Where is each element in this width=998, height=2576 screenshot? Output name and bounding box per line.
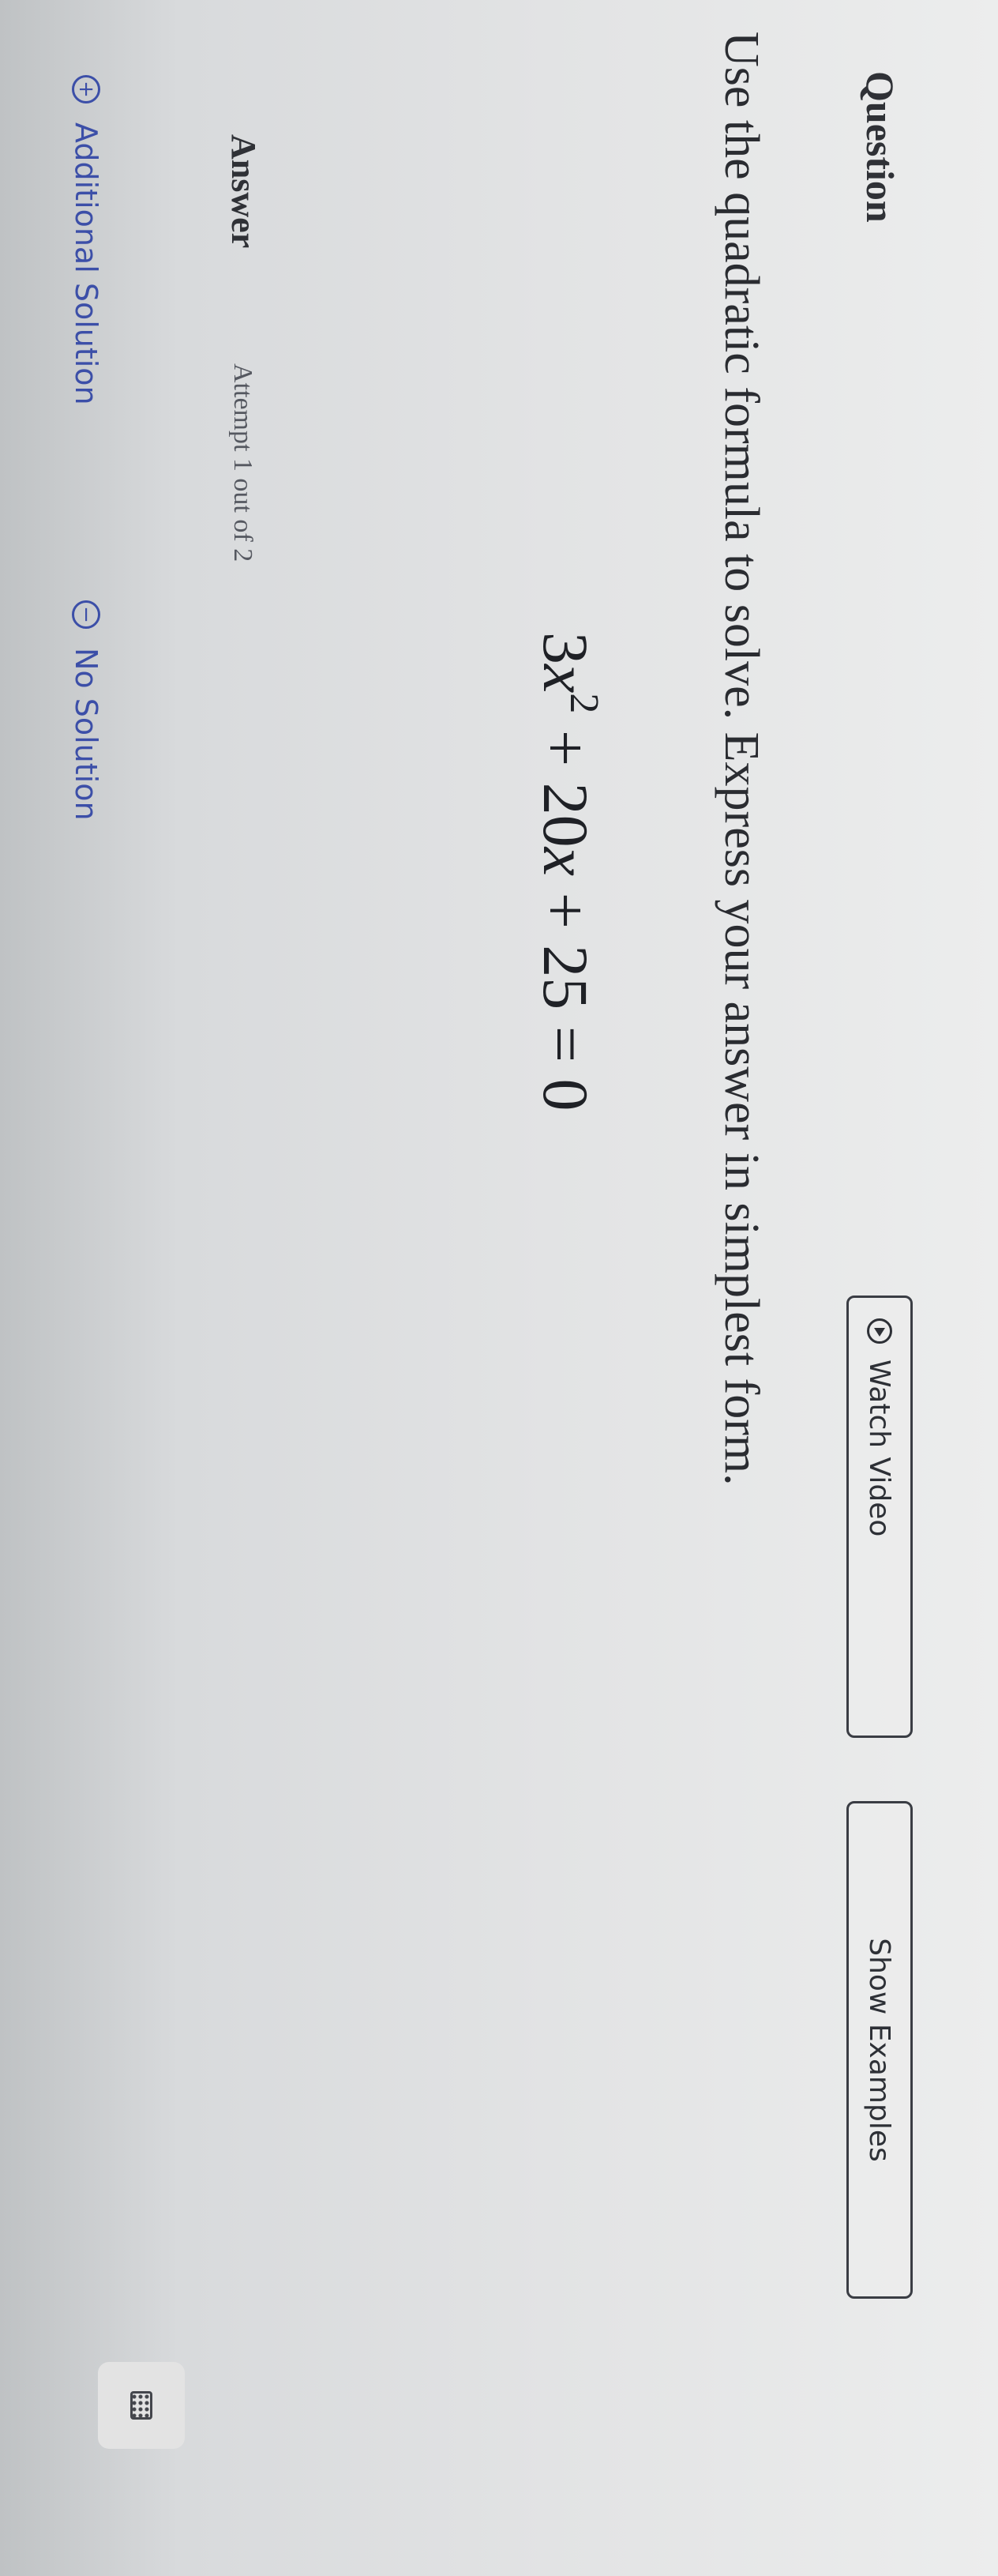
no-solution-button[interactable]: − No Solution: [69, 600, 103, 821]
question-heading: Question: [858, 71, 902, 223]
show-examples-label: Show Examples: [863, 1938, 896, 2162]
plus-circle-icon: +: [72, 75, 100, 103]
keypad-button[interactable]: [98, 2362, 185, 2449]
equation-variable: x: [530, 847, 602, 877]
watch-video-button[interactable]: Watch Video: [846, 1296, 913, 1738]
minus-circle-icon: −: [72, 600, 100, 629]
equation-variable: x: [530, 664, 602, 694]
screen: Question Watch Video Show Examples Use t…: [0, 0, 998, 2576]
attempt-counter: Attempt 1 out of 2: [228, 363, 257, 562]
watch-video-label: Watch Video: [863, 1359, 896, 1537]
keypad-icon: [130, 2391, 152, 2420]
question-panel: Question Watch Video Show Examples Use t…: [0, 0, 998, 2576]
show-examples-button[interactable]: Show Examples: [846, 1801, 913, 2299]
equation-term-linear: + 20: [530, 713, 602, 848]
play-circle-icon: [867, 1318, 892, 1344]
equation-term-constant: + 25 = 0: [530, 876, 602, 1111]
answer-label: Answer: [224, 134, 263, 249]
equation-coefficient: 3: [530, 632, 602, 664]
no-solution-label: No Solution: [69, 648, 103, 821]
equation-exponent: 2: [561, 693, 606, 714]
quadratic-equation: 3x2 + 20x + 25 = 0: [528, 632, 607, 1111]
additional-solution-button[interactable]: + Additional Solution: [69, 75, 103, 405]
additional-solution-label: Additional Solution: [69, 122, 103, 405]
question-prompt: Use the quadratic formula to solve. Expr…: [715, 32, 768, 1486]
